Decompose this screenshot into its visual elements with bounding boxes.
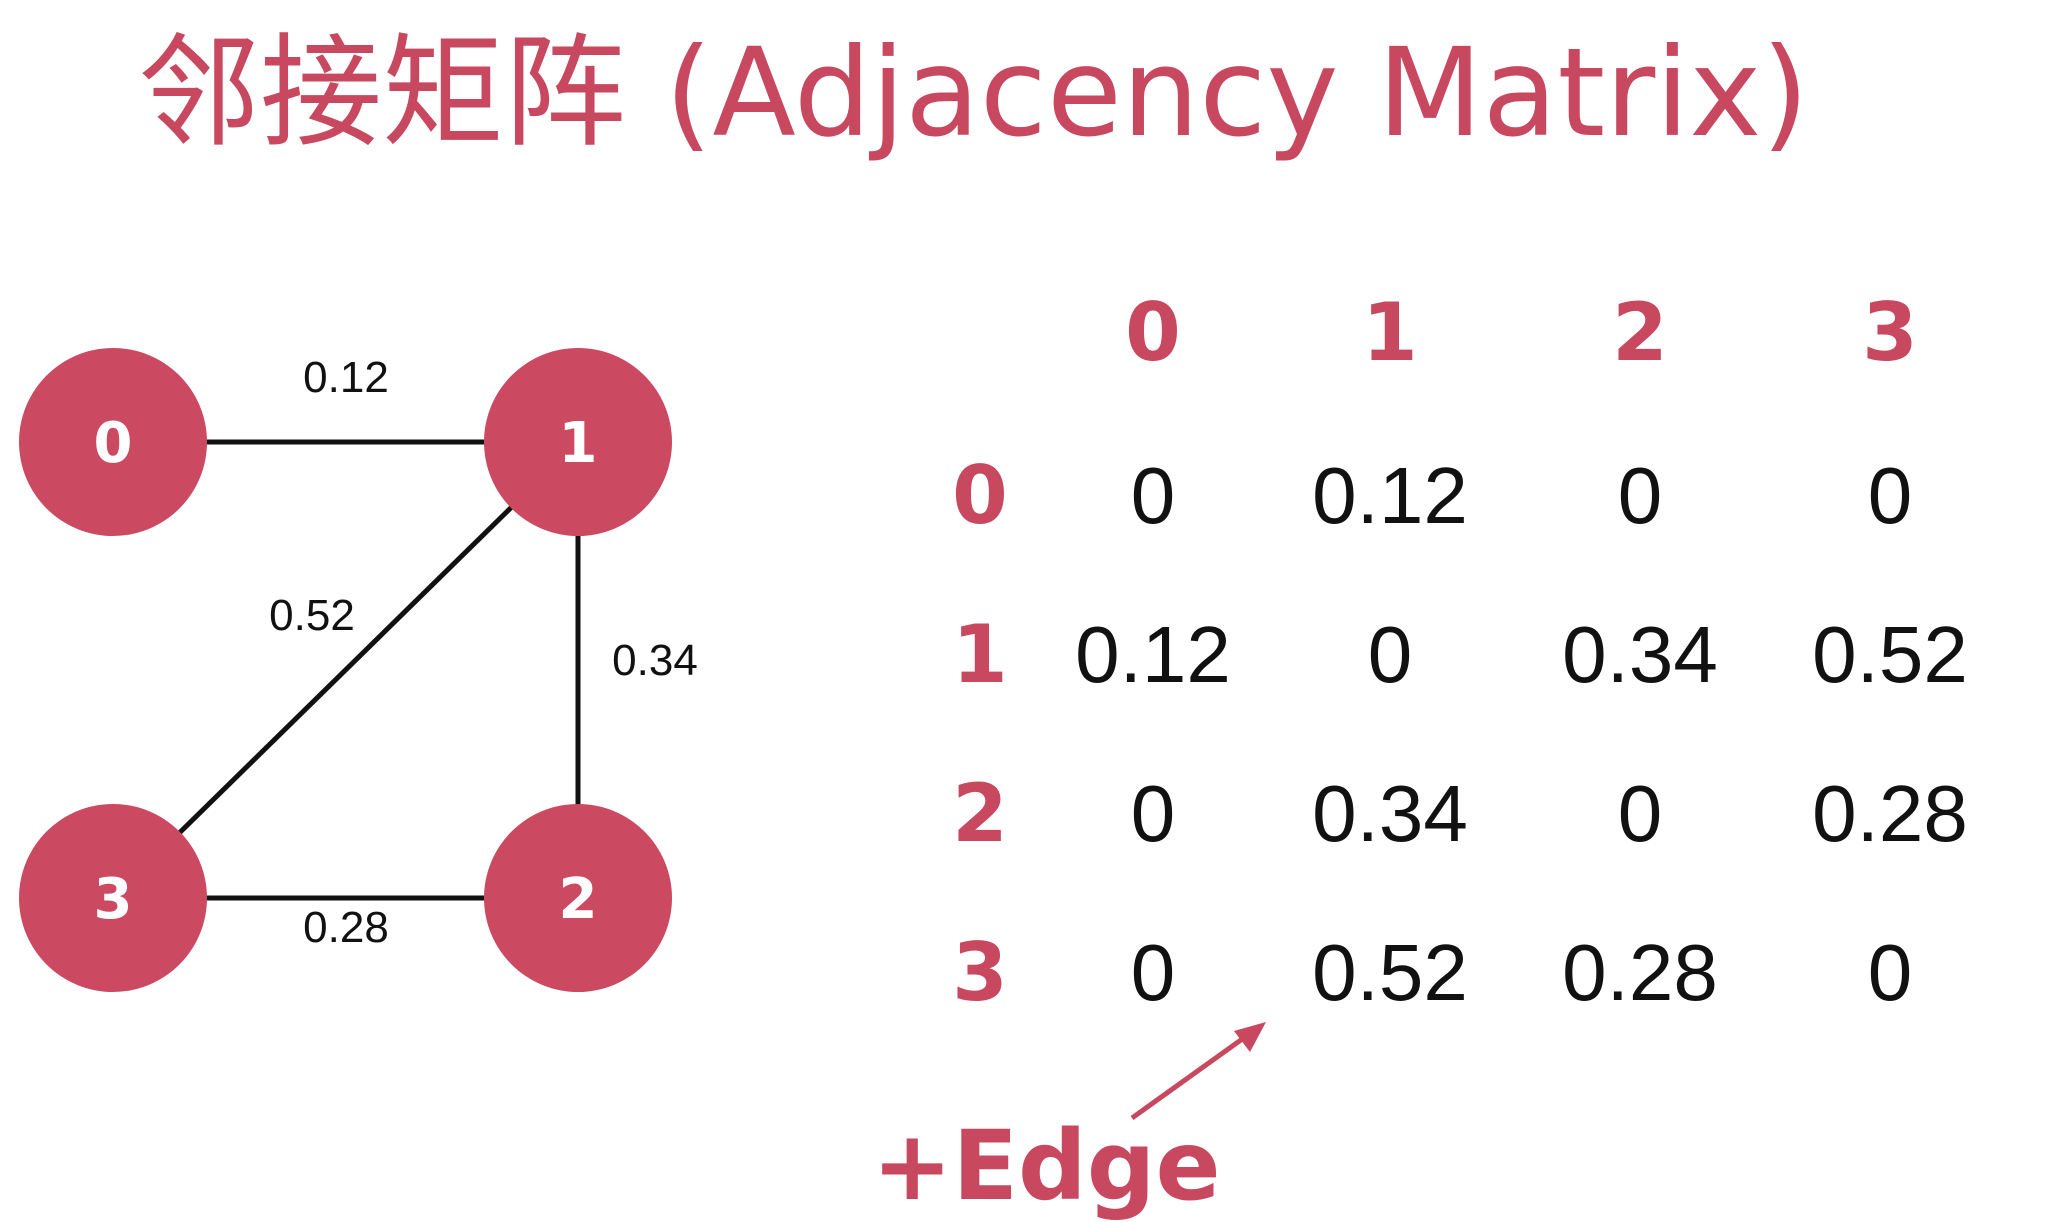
arrow-icon <box>1130 1022 1266 1121</box>
edge-annotation: +Edge <box>872 1110 1221 1222</box>
